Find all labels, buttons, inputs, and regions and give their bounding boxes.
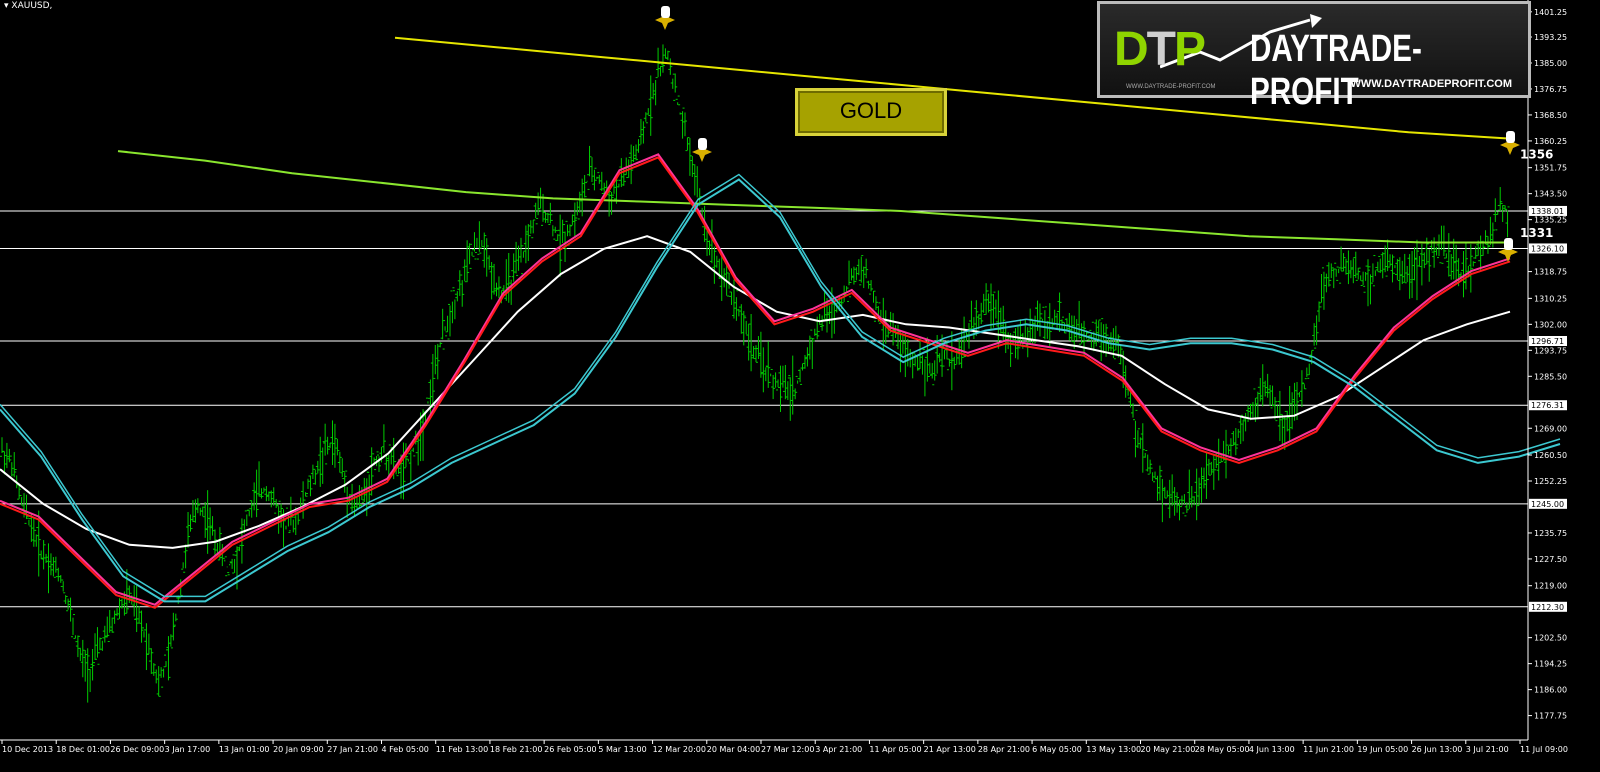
- y-tick-label: 1269.00: [1534, 424, 1567, 433]
- x-tick-label: 27 Jan 21:00: [327, 745, 378, 754]
- logo-brand-name: DAYTRADE-PROFIT: [1250, 28, 1422, 113]
- x-tick-label: 3 Jul 21:00: [1466, 745, 1509, 754]
- level-label: 1296.71: [1531, 337, 1564, 346]
- x-tick-label: 13 May 13:00: [1086, 745, 1141, 754]
- y-tick-label: 1227.50: [1534, 555, 1567, 564]
- y-tick-label: 1293.75: [1534, 346, 1567, 355]
- x-tick-label: 6 May 05:00: [1032, 745, 1082, 754]
- y-tick-label: 1343.50: [1534, 190, 1567, 199]
- y-tick-label: 1385.00: [1534, 59, 1567, 68]
- hand-cursor-icon: [1506, 131, 1515, 143]
- logo-mark: DTP: [1114, 22, 1206, 77]
- logo-letter-d: D: [1114, 23, 1149, 76]
- x-tick-label: 11 Apr 05:00: [869, 745, 921, 754]
- x-tick-label: 19 Jun 05:00: [1357, 745, 1408, 754]
- y-tick-label: 1285.50: [1534, 372, 1567, 381]
- y-tick-label: 1252.25: [1534, 477, 1567, 486]
- y-tick-label: 1368.50: [1534, 111, 1567, 120]
- price-annotation: 1331: [1520, 226, 1553, 240]
- logo-url[interactable]: WWW.DAYTRADEPROFIT.COM: [1350, 78, 1512, 90]
- y-tick-label: 1235.75: [1534, 529, 1567, 538]
- y-tick-label: 1194.25: [1534, 660, 1567, 669]
- x-tick-label: 18 Feb 21:00: [490, 745, 542, 754]
- y-tick-label: 1360.25: [1534, 137, 1567, 146]
- y-tick-label: 1219.00: [1534, 582, 1567, 591]
- x-tick-label: 11 Jun 21:00: [1303, 745, 1354, 754]
- level-label: 1276.31: [1531, 401, 1564, 410]
- y-tick-label: 1351.75: [1534, 164, 1567, 173]
- level-label: 1338.01: [1531, 207, 1564, 216]
- x-tick-label: 18 Dec 01:00: [56, 745, 110, 754]
- x-tick-label: 3 Jan 17:00: [165, 745, 211, 754]
- x-tick-label: 20 May 21:00: [1141, 745, 1196, 754]
- x-tick-label: 21 Apr 13:00: [924, 745, 976, 754]
- x-tick-label: 3 Apr 21:00: [815, 745, 862, 754]
- level-label: 1245.00: [1531, 500, 1564, 509]
- y-tick-label: 1202.50: [1534, 634, 1567, 643]
- x-tick-label: 26 Feb 05:00: [544, 745, 596, 754]
- x-tick-label: 27 Mar 12:00: [761, 745, 814, 754]
- y-tick-label: 1393.25: [1534, 33, 1567, 42]
- x-tick-label: 26 Jun 13:00: [1412, 745, 1463, 754]
- y-tick-label: 1401.25: [1534, 8, 1567, 17]
- x-tick-label: 20 Jan 09:00: [273, 745, 324, 754]
- x-tick-label: 28 May 05:00: [1195, 745, 1250, 754]
- logo-letter-t: T: [1146, 23, 1176, 76]
- hand-cursor-icon: [1504, 238, 1513, 250]
- y-tick-label: 1177.75: [1534, 712, 1567, 721]
- level-label: 1326.10: [1531, 244, 1564, 253]
- price-annotation: 1356: [1520, 147, 1553, 161]
- x-tick-label: 28 Apr 21:00: [978, 745, 1030, 754]
- y-tick-label: 1260.50: [1534, 451, 1567, 460]
- hand-cursor-icon: [698, 138, 707, 150]
- x-tick-label: 13 Jan 01:00: [219, 745, 270, 754]
- x-tick-label: 20 Mar 04:00: [707, 745, 760, 754]
- y-tick-label: 1335.25: [1534, 216, 1567, 225]
- x-tick-label: 12 Mar 20:00: [653, 745, 706, 754]
- x-tick-label: 10 Dec 2013: [2, 745, 53, 754]
- gold-label-text: GOLD: [839, 98, 903, 123]
- brand-logo: DTP DAYTRADE-PROFIT WWW.DAYTRADE-PROFIT.…: [1097, 1, 1531, 113]
- symbol-label: ▾ XAUUSD,: [4, 1, 52, 11]
- symbol-text: XAUUSD,: [11, 1, 53, 11]
- gold-label-button[interactable]: GOLD: [795, 88, 947, 136]
- y-tick-label: 1376.75: [1534, 85, 1567, 94]
- logo-letter-p: P: [1174, 23, 1206, 76]
- x-tick-label: 4 Jun 13:00: [1249, 745, 1295, 754]
- hand-cursor-icon: [661, 6, 670, 18]
- x-tick-label: 4 Feb 05:00: [382, 745, 429, 754]
- x-tick-label: 5 Mar 13:00: [598, 745, 646, 754]
- x-tick-label: 11 Jul 09:00: [1520, 745, 1568, 754]
- dropdown-icon[interactable]: ▾: [4, 1, 9, 11]
- y-tick-label: 1318.75: [1534, 268, 1567, 277]
- x-tick-label: 11 Feb 13:00: [436, 745, 488, 754]
- x-tick-label: 26 Dec 09:00: [110, 745, 164, 754]
- y-tick-label: 1302.00: [1534, 320, 1567, 329]
- y-tick-label: 1186.00: [1534, 686, 1567, 695]
- level-label: 1212.30: [1531, 603, 1564, 612]
- logo-url-small: WWW.DAYTRADE-PROFIT.COM: [1126, 84, 1216, 90]
- y-tick-label: 1310.25: [1534, 294, 1567, 303]
